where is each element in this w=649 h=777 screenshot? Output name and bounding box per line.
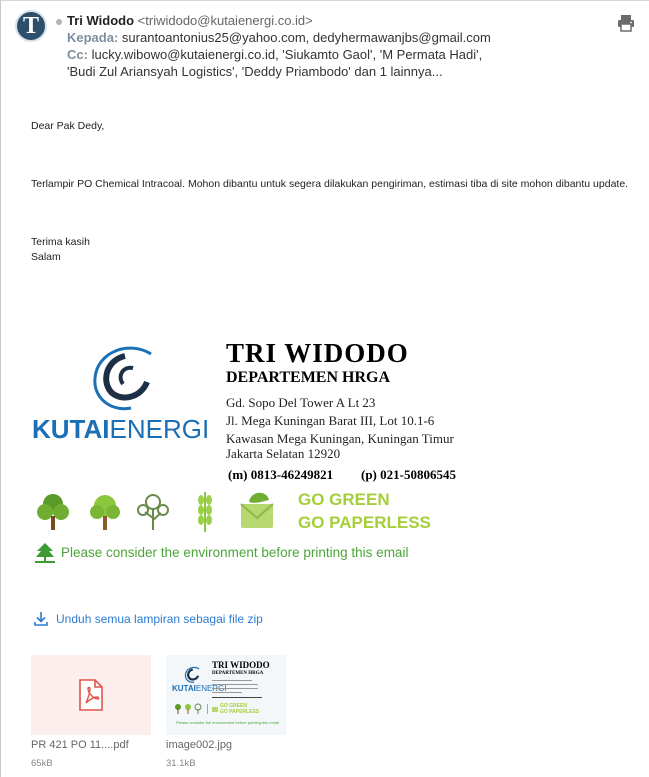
message-text: Terlampir PO Chemical Intracoal. Mohon d… xyxy=(31,178,629,190)
attachment-image-size: 31.1kB xyxy=(166,758,196,769)
thumbnail-logo-bold: KUTAI xyxy=(172,684,196,693)
pdf-file-icon xyxy=(79,679,103,711)
recycle-tree-icon xyxy=(35,543,55,563)
to-label: Kepada: xyxy=(67,30,119,45)
cc-row-2: 'Budi Zul Ariansyah Logistics', 'Deddy P… xyxy=(67,63,607,80)
image-thumbnail: TRI WIDODO DEPARTEMEN HRGA KUTAIENERGI G… xyxy=(172,660,282,730)
kutai-energi-logo-text: KUTAIENERGI xyxy=(32,414,209,445)
sender-email[interactable]: <triwidodo@kutaienergi.co.id> xyxy=(138,13,313,28)
signature-name: TRI WIDODO xyxy=(226,338,409,368)
thumbnail-go-paperless: GO PAPERLESS xyxy=(220,709,260,715)
signature-address-4: Jakarta Selatan 12920 xyxy=(226,446,341,461)
cc-recipients-line1[interactable]: lucky.wibowo@kutaienergi.co.id, 'Siukamt… xyxy=(92,47,483,62)
signature-image: KUTAIENERGI TRI WIDODO DEPARTEMEN HRGA G… xyxy=(31,338,481,568)
attachment-pdf-name[interactable]: PR 421 PO 11....pdf xyxy=(31,739,129,751)
signature-phone: (p) 021-50806545 xyxy=(361,467,456,482)
signature-address-3: Kawasan Mega Kuningan, Kuningan Timur xyxy=(226,431,454,446)
to-row: Kepada: surantoantonius25@yahoo.com, ded… xyxy=(67,29,607,46)
thumbnail-env-note: Please consider the environment before p… xyxy=(176,720,279,725)
avatar-letter: T xyxy=(22,13,39,39)
go-green-text: GO GREEN xyxy=(298,490,390,509)
cc-label: Cc: xyxy=(67,47,88,62)
closing-salam: Salam xyxy=(31,251,61,263)
thumbnail-go-text: GO GREEN GO PAPERLESS xyxy=(220,703,259,715)
attachment-pdf-size: 65kB xyxy=(31,758,53,769)
green-trees-icon xyxy=(37,492,274,532)
thumbnail-text-line xyxy=(212,688,258,689)
attachment-pdf-card[interactable] xyxy=(31,655,151,735)
attachment-image-name[interactable]: image002.jpg xyxy=(166,739,232,751)
sender-name[interactable]: Tri Widodo xyxy=(67,13,134,28)
thumbnail-department: DEPARTEMEN HRGA xyxy=(212,671,264,676)
thumbnail-name: TRI WIDODO xyxy=(212,660,270,670)
attachment-image-card[interactable]: TRI WIDODO DEPARTEMEN HRGA KUTAIENERGI G… xyxy=(166,655,286,735)
email-header: Tri Widodo <triwidodo@kutaienergi.co.id>… xyxy=(67,12,607,80)
logo-regular: ENERGI xyxy=(109,414,210,444)
signature-department: DEPARTEMEN HRGA xyxy=(226,369,391,386)
download-icon xyxy=(34,612,48,626)
signature-address-2: Jl. Mega Kuningan Barat III, Lot 10.1-6 xyxy=(226,413,435,428)
sender-avatar[interactable]: T xyxy=(15,10,47,42)
thumbnail-text-line xyxy=(212,697,262,698)
thumbnail-trees-icon xyxy=(175,703,218,714)
thumbnail-text-line xyxy=(212,692,242,693)
greeting-text: Dear Pak Dedy, xyxy=(31,120,105,132)
environment-note: Please consider the environment before p… xyxy=(61,545,409,560)
download-all-label[interactable]: Unduh semua lampiran sebagai file zip xyxy=(56,612,263,626)
thumbnail-text-line xyxy=(212,680,252,681)
go-paperless-text: GO PAPERLESS xyxy=(298,513,431,532)
thumbnail-text-line xyxy=(212,684,258,685)
thumbnail-logo-icon xyxy=(184,666,200,683)
unread-dot-icon xyxy=(56,19,62,25)
download-all-link[interactable]: Unduh semua lampiran sebagai file zip xyxy=(33,611,263,627)
logo-bold: KUTAI xyxy=(32,414,110,444)
signature-address-1: Gd. Sopo Del Tower A Lt 23 xyxy=(226,395,376,410)
closing-text: Terima kasih xyxy=(31,236,90,248)
cc-recipients-line2[interactable]: 'Budi Zul Ariansyah Logistics', 'Deddy P… xyxy=(67,64,443,79)
print-icon[interactable] xyxy=(616,13,636,33)
to-recipients[interactable]: surantoantonius25@yahoo.com, dedyhermawa… xyxy=(122,30,491,45)
kutai-energi-logo-icon xyxy=(93,346,152,411)
signature-mobile: (m) 0813-46249821 xyxy=(228,467,334,482)
sender-row: Tri Widodo <triwidodo@kutaienergi.co.id> xyxy=(67,12,607,29)
cc-row: Cc: lucky.wibowo@kutaienergi.co.id, 'Siu… xyxy=(67,46,607,63)
